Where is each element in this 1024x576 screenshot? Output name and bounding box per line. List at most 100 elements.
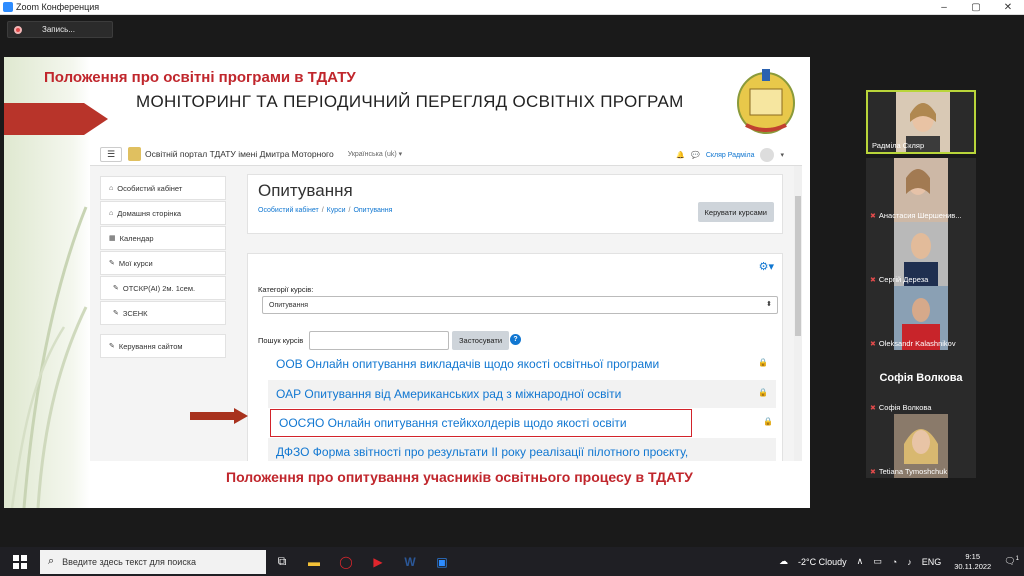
opera-icon[interactable]: ◯ (330, 547, 362, 576)
site-logo-icon (128, 147, 141, 161)
weather-icon[interactable]: ☁ (779, 556, 788, 567)
slide-subtitle: МОНІТОРИНГ ТА ПЕРІОДИЧНИЙ ПЕРЕГЛЯД ОСВІТ… (136, 92, 684, 111)
mic-muted-icon: ✖ (870, 341, 876, 348)
sidebar-admin-block: ✎ Керування сайтом (100, 334, 226, 358)
calendar-icon: ▦ (109, 235, 116, 242)
course-item[interactable]: ООВ Онлайн опитування викладачів щодо як… (268, 350, 776, 378)
help-icon[interactable]: ? (510, 334, 521, 345)
participant-name: ✖ Анастасия Шершенив... (870, 211, 962, 220)
course-item-highlighted[interactable]: ООСЯО Онлайн опитування стейкхолдерів що… (270, 409, 692, 437)
participant-display-name: Софія Волкова (879, 372, 963, 384)
chevron-up-icon[interactable]: ∧ (857, 556, 864, 567)
site-name-link[interactable]: Освітній портал ТДАТУ імені Дмитра Мотор… (145, 149, 334, 159)
page-scrollbar[interactable] (794, 166, 802, 461)
page-title: Опитування (258, 181, 353, 200)
participant-tile[interactable]: ✖ Сергій Дереза (866, 222, 976, 286)
language-menu[interactable]: Українська (uk) ▾ (348, 150, 403, 158)
volume-icon[interactable]: ♪ (907, 557, 912, 567)
avatar[interactable] (760, 148, 775, 162)
sidebar-item-my-courses[interactable]: ✎ Мої курси (100, 251, 226, 275)
university-emblem-icon (737, 69, 795, 134)
course-item[interactable]: ДФЗО Форма звітності про результати II р… (268, 438, 776, 461)
mic-muted-icon: ✖ (870, 213, 876, 220)
participant-name: ✖ Сергій Дереза (870, 275, 929, 284)
word-icon[interactable]: W (394, 547, 426, 576)
breadcrumb-item[interactable]: Курси (327, 207, 346, 214)
window-titlebar: Zoom Конференция – ▢ ✕ (0, 0, 1024, 15)
participant-tile[interactable]: ✖ Oleksandr Kalashnikov (866, 286, 976, 350)
participant-tile[interactable]: ✖ Анастасия Шершенив... (866, 158, 976, 222)
breadcrumb-item[interactable]: Особистий кабінет (258, 207, 319, 214)
windows-logo-icon (13, 554, 27, 569)
search-icon: ⌕ (48, 555, 55, 567)
window-controls: – ▢ ✕ (928, 0, 1024, 15)
page-header: Опитування Особистий кабінет / Курси / Опиту… (247, 174, 783, 234)
mic-muted-icon: ✖ (870, 277, 876, 284)
close-button[interactable]: ✕ (992, 0, 1024, 15)
hamburger-icon: ☰ (106, 148, 116, 159)
battery-icon[interactable]: ▭ (873, 556, 882, 567)
graduation-cap-icon: ✎ (113, 310, 119, 317)
sidebar-item-calendar[interactable]: ▦ Календар (100, 226, 226, 250)
scrollbar-thumb[interactable] (795, 196, 801, 336)
shared-screen: Положення про освітні програми в ТДАТУ М… (4, 57, 810, 508)
zoom-app-icon[interactable]: ▣ (426, 547, 458, 576)
clock[interactable]: 9:15 30.11.2022 (954, 552, 991, 572)
category-label: Категорії курсів: (258, 285, 314, 294)
bell-icon[interactable]: 🔔 (676, 151, 685, 159)
task-view-icon[interactable]: ⧉ (266, 547, 298, 576)
window-title: Zoom Конференция (16, 2, 100, 12)
slide-title: Положення про освітні програми в ТДАТУ (44, 69, 356, 86)
search-input[interactable] (309, 331, 449, 350)
participant-name: ✖ Tetiana Tymoshchuk (870, 467, 948, 476)
select-arrows-icon: ⬍ (766, 301, 772, 308)
sidebar-item-dashboard[interactable]: ⌂ Особистий кабінет (100, 176, 226, 200)
zoom-logo-icon (3, 2, 13, 12)
course-item[interactable]: ОАР Опитування від Американських рад з м… (268, 380, 776, 408)
lock-icon: 🔒 (758, 358, 768, 367)
windows-taskbar: ⌕ Введите здесь текст для поиска ⧉ ▬ ◯ ▶… (0, 547, 1024, 576)
category-select[interactable]: Опитування ⬍ (262, 296, 778, 314)
minimize-button[interactable]: – (928, 0, 960, 15)
menu-toggle-button[interactable]: ☰ (100, 146, 122, 162)
pointer-arrow-icon (190, 408, 248, 424)
lock-icon: 🔒 (758, 388, 768, 397)
course-list-panel: ⚙▾ Категорії курсів: Опитування ⬍ Пошук … (247, 253, 783, 461)
mic-muted-icon: ✖ (870, 405, 876, 412)
taskbar-search[interactable]: ⌕ Введите здесь текст для поиска (40, 549, 266, 574)
start-button[interactable] (0, 547, 40, 576)
manage-courses-button[interactable]: Керувати курсами (697, 202, 774, 222)
network-icon[interactable]: ◔ (892, 557, 897, 567)
gear-icon[interactable]: ⚙▾ (759, 260, 774, 273)
sidebar-item-home[interactable]: ⌂ Домашня сторінка (100, 201, 226, 225)
slide-red-arrow-icon (4, 103, 108, 135)
sidebar-item-course[interactable]: ✎ ОТСКР(АІ) 2м. 1сем. (100, 276, 226, 300)
participant-name: ✖ Oleksandr Kalashnikov (870, 339, 956, 348)
file-explorer-icon[interactable]: ▬ (298, 547, 330, 576)
chevron-down-icon[interactable]: ▾ (780, 151, 784, 159)
breadcrumb-item[interactable]: Опитування (353, 207, 392, 214)
keyboard-language[interactable]: ENG (922, 557, 942, 567)
apply-button[interactable]: Застосувати (452, 331, 510, 350)
recording-indicator[interactable]: Запись... (7, 21, 113, 38)
youtube-music-icon[interactable]: ▶ (362, 547, 394, 576)
participant-tile[interactable]: Радміла Скляр (866, 90, 976, 154)
maximize-button[interactable]: ▢ (960, 0, 992, 15)
sidebar-item-course[interactable]: ✎ ЗСЕНК (100, 301, 226, 325)
graduation-cap-icon: ✎ (109, 260, 115, 267)
user-area: 🔔 💬 Скляр Радміла ▾ (676, 148, 784, 162)
participant-name: Радміла Скляр (872, 141, 925, 150)
wrench-icon: ✎ (109, 343, 115, 350)
participant-tile[interactable]: Софія Волкова ✖ Софія Волкова (866, 350, 976, 414)
lock-icon: 🔒 (763, 417, 773, 426)
user-name[interactable]: Скляр Радміла (706, 152, 755, 159)
chat-icon[interactable]: 💬 (691, 151, 700, 159)
breadcrumb: Особистий кабінет / Курси / Опитування (258, 207, 393, 214)
record-dot-icon (14, 25, 22, 34)
system-tray: ☁ -2°C Cloudy ∧ ▭ ◔ ♪ ENG 9:15 30.11.202… (774, 547, 1024, 576)
weather-text[interactable]: -2°C Cloudy (798, 557, 847, 567)
participant-tile[interactable]: ✖ Tetiana Tymoshchuk (866, 414, 976, 478)
participant-name: ✖ Софія Волкова (870, 403, 932, 412)
notifications-icon[interactable]: 🗨1 (1004, 556, 1019, 567)
sidebar-item-site-admin[interactable]: ✎ Керування сайтом (100, 334, 226, 358)
